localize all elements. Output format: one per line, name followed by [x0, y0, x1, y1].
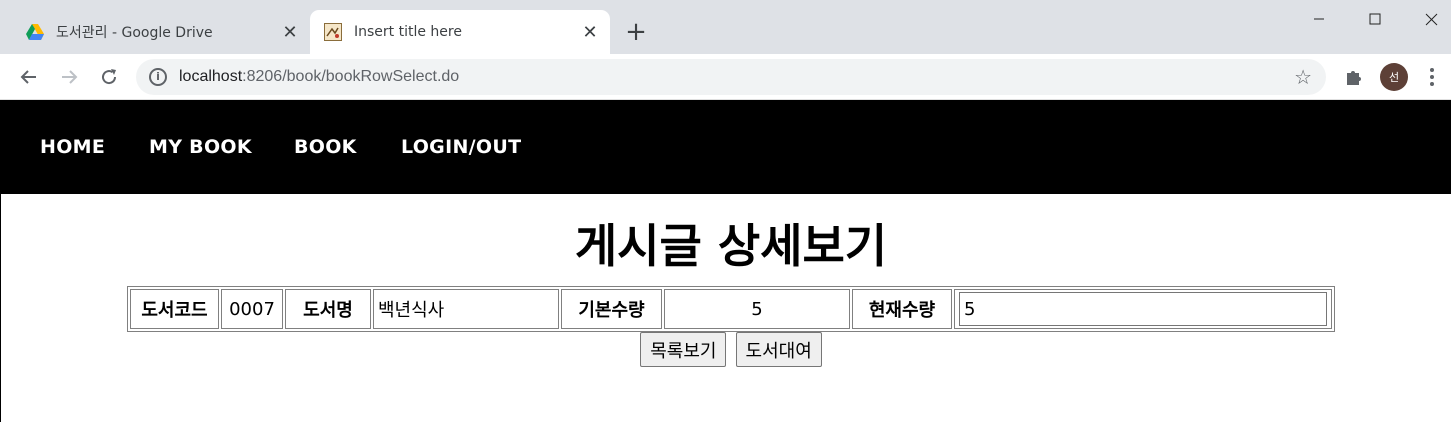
rent-book-button[interactable]: 도서대여 — [735, 332, 822, 367]
bookmark-star-icon[interactable]: ☆ — [1294, 65, 1312, 89]
close-tab-icon[interactable]: ✕ — [578, 20, 602, 44]
name-label: 도서명 — [285, 289, 371, 329]
book-detail-table: 도서코드 0007 도서명 백년식사 기본수량 5 현재수량 — [127, 286, 1335, 332]
tab-google-drive[interactable]: 도서관리 - Google Drive ✕ — [12, 10, 310, 54]
close-tab-icon[interactable]: ✕ — [278, 20, 302, 44]
nav-my-book[interactable]: MY BOOK — [149, 136, 252, 158]
name-value: 백년식사 — [373, 289, 559, 329]
current-qty-cell — [954, 289, 1332, 329]
tab-title: 도서관리 - Google Drive — [56, 25, 213, 41]
nav-home[interactable]: HOME — [40, 136, 105, 158]
back-arrow-icon[interactable] — [14, 62, 44, 92]
list-view-button[interactable]: 목록보기 — [640, 332, 727, 367]
kebab-menu-icon[interactable] — [1424, 64, 1440, 90]
code-value: 0007 — [221, 289, 283, 329]
address-url: localhost:8206/book/bookRowSelect.do — [179, 68, 460, 85]
minimize-icon[interactable] — [1291, 0, 1347, 38]
tab-title: Insert title here — [354, 24, 462, 40]
base-qty-label: 기본수량 — [561, 289, 662, 329]
nav-login-out[interactable]: LOGIN/OUT — [401, 136, 521, 158]
profile-avatar[interactable]: 선 — [1380, 63, 1408, 91]
extensions-puzzle-icon[interactable] — [1341, 64, 1367, 90]
new-tab-icon[interactable]: + — [622, 19, 650, 48]
browser-toolbar: i localhost:8206/book/bookRowSelect.do ☆… — [0, 54, 1451, 100]
tab-insert-title[interactable]: Insert title here ✕ — [310, 10, 610, 54]
maximize-icon[interactable] — [1347, 0, 1403, 38]
nav-book[interactable]: BOOK — [294, 136, 357, 158]
browser-tab-strip: 도서관리 - Google Drive ✕ Insert title here … — [0, 0, 1451, 54]
address-bar[interactable]: i localhost:8206/book/bookRowSelect.do ☆ — [136, 59, 1326, 95]
reload-icon[interactable] — [94, 62, 124, 92]
forward-arrow-icon[interactable] — [54, 62, 84, 92]
base-qty-value: 5 — [664, 289, 850, 329]
code-label: 도서코드 — [130, 289, 219, 329]
current-qty-input[interactable] — [959, 292, 1327, 326]
close-window-icon[interactable] — [1403, 0, 1451, 38]
site-info-icon[interactable]: i — [149, 68, 167, 86]
page-title: 게시글 상세보기 — [574, 219, 888, 273]
google-drive-icon — [26, 23, 44, 41]
page-favicon-icon — [324, 23, 342, 41]
current-qty-label: 현재수량 — [852, 289, 952, 329]
site-navbar: HOME MY BOOK BOOK LOGIN/OUT — [0, 100, 1451, 194]
table-row: 도서코드 0007 도서명 백년식사 기본수량 5 현재수량 — [130, 289, 1332, 329]
action-buttons: 목록보기 도서대여 — [0, 332, 1451, 367]
